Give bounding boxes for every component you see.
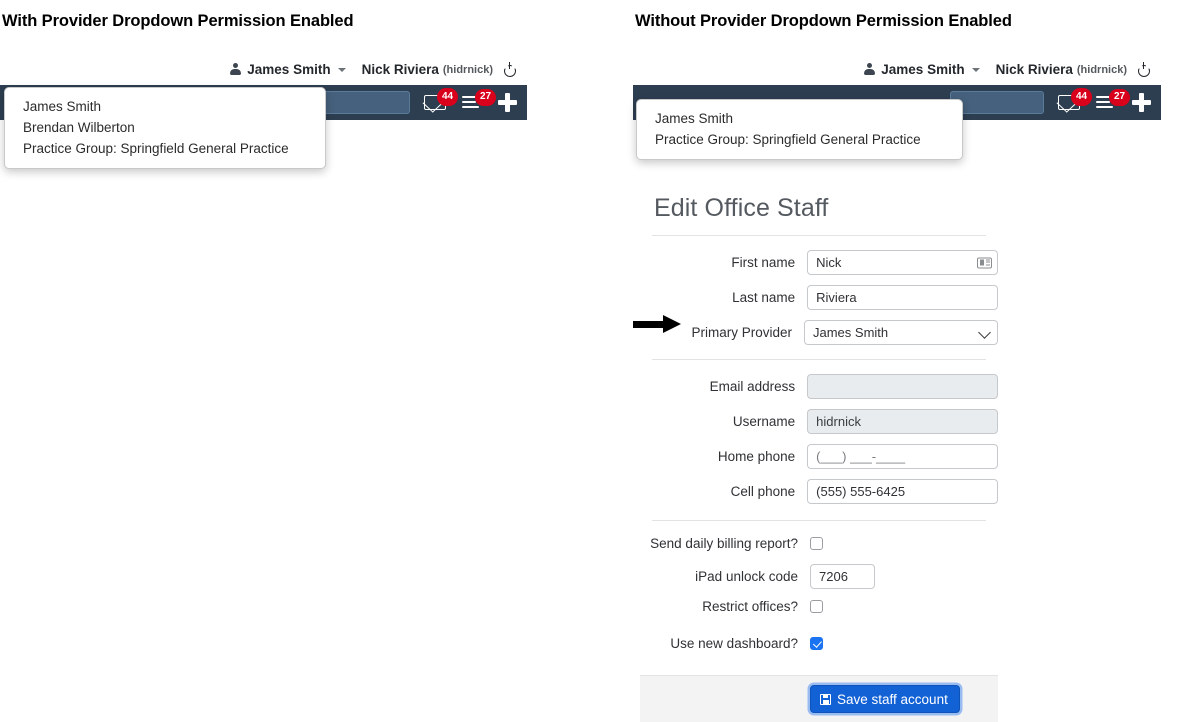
left-user-name: Nick Riviera [361, 62, 439, 77]
username-field[interactable]: hidrnick [807, 409, 998, 434]
left-panel-caption: With Provider Dropdown Permission Enable… [2, 12, 354, 30]
first-name-value: Nick [816, 255, 842, 270]
left-messages-badge: 44 [437, 88, 459, 106]
plus-icon[interactable] [498, 93, 517, 112]
chevron-down-icon [337, 67, 346, 72]
page-title: Edit Office Staff [654, 194, 829, 222]
username-value: hidrnick [816, 414, 861, 429]
dropdown-item-provider-2[interactable]: Brendan Wilberton [5, 117, 325, 138]
right-tasks-button[interactable]: 27 [1096, 88, 1131, 110]
form-row-home-phone: Home phone (___) ___-____ [640, 444, 998, 469]
left-nav-search-input[interactable] [316, 91, 410, 114]
floppy-disk-icon [820, 693, 831, 705]
first-name-input[interactable]: Nick [807, 250, 998, 275]
right-user-handle: (hidrnick) [1076, 63, 1127, 76]
plus-icon[interactable] [1132, 93, 1151, 112]
email-label: Email address [709, 379, 796, 394]
form-row-cell-phone: Cell phone (555) 555-6425 [640, 479, 998, 504]
left-tasks-badge: 27 [475, 88, 497, 106]
first-name-label: First name [731, 255, 796, 270]
save-staff-account-button[interactable]: Save staff account [810, 685, 960, 713]
cell-phone-input[interactable]: (555) 555-6425 [807, 479, 998, 504]
person-icon [230, 63, 242, 76]
right-nav-search-input[interactable] [950, 91, 1044, 114]
right-panel-caption: Without Provider Dropdown Permission Ena… [635, 12, 1012, 30]
ipad-code-label: iPad unlock code [695, 569, 798, 584]
email-field[interactable] [807, 374, 998, 399]
dropdown-item-practice-group[interactable]: Practice Group: Springfield General Prac… [5, 138, 325, 159]
restrict-offices-checkbox[interactable] [810, 600, 823, 613]
daily-billing-checkbox[interactable] [810, 537, 823, 550]
form-row-last-name: Last name Riviera [640, 285, 998, 310]
form-row-restrict-offices: Restrict offices? [640, 599, 998, 614]
form-row-email: Email address [640, 374, 998, 399]
arrow-head [663, 315, 681, 333]
right-user-name: Nick Riviera [995, 62, 1073, 77]
cell-phone-value: (555) 555-6425 [816, 484, 906, 499]
new-dashboard-checkbox[interactable] [810, 637, 823, 650]
form-row-new-dashboard: Use new dashboard? [640, 636, 998, 651]
staff-form: First name Nick Last name Riviera Primar… [640, 236, 998, 651]
primary-provider-select-wrap: James Smith [804, 320, 998, 345]
new-dashboard-label: Use new dashboard? [670, 636, 798, 651]
right-provider-selector[interactable]: James Smith [864, 62, 980, 77]
home-phone-placeholder: (___) ___-____ [816, 449, 906, 464]
last-name-label: Last name [732, 290, 796, 305]
last-name-input[interactable]: Riviera [807, 285, 998, 310]
daily-billing-label: Send daily billing report? [650, 536, 798, 551]
left-provider-label: James Smith [247, 62, 331, 77]
right-provider-dropdown-menu[interactable]: James Smith Practice Group: Springfield … [636, 99, 963, 160]
form-row-first-name: First name Nick [640, 250, 998, 275]
home-phone-label: Home phone [717, 449, 796, 464]
dropdown-item-provider-1[interactable]: James Smith [5, 96, 325, 117]
form-row-username: Username hidrnick [640, 409, 998, 434]
last-name-value: Riviera [816, 290, 857, 305]
username-label: Username [732, 414, 796, 429]
right-provider-label: James Smith [881, 62, 965, 77]
form-row-daily-billing: Send daily billing report? [640, 536, 998, 551]
primary-provider-pointer-arrow [633, 315, 683, 333]
right-messages-badge: 44 [1071, 88, 1093, 106]
primary-provider-value: James Smith [813, 325, 889, 340]
chevron-down-icon [971, 67, 980, 72]
ipad-code-input[interactable]: 7206 [810, 564, 875, 589]
card-footer: Save staff account [640, 675, 998, 722]
edit-office-staff-card: Edit Office Staff First name Nick Last n… [640, 186, 998, 722]
arrow-shaft [633, 320, 665, 328]
ipad-code-value: 7206 [819, 569, 848, 584]
person-icon [864, 63, 876, 76]
form-row-ipad-code: iPad unlock code 7206 [640, 564, 998, 589]
left-provider-dropdown-menu[interactable]: James Smith Brendan Wilberton Practice G… [4, 87, 326, 169]
left-tasks-button[interactable]: 27 [462, 88, 497, 110]
right-tasks-badge: 27 [1109, 88, 1131, 106]
restrict-offices-label: Restrict offices? [702, 599, 798, 614]
left-provider-selector[interactable]: James Smith [230, 62, 346, 77]
dropdown-item-practice-group[interactable]: Practice Group: Springfield General Prac… [637, 129, 962, 150]
power-icon[interactable] [503, 62, 517, 77]
save-button-label: Save staff account [837, 691, 948, 707]
cell-phone-label: Cell phone [730, 484, 796, 499]
right-topbar: James Smith Nick Riviera (hidrnick) [633, 54, 1161, 85]
primary-provider-select[interactable]: James Smith [804, 320, 998, 345]
left-messages-button[interactable]: 44 [424, 88, 459, 110]
address-card-icon[interactable] [977, 257, 992, 268]
right-messages-button[interactable]: 44 [1058, 88, 1093, 110]
left-topbar: James Smith Nick Riviera (hidrnick) [0, 54, 527, 85]
home-phone-input[interactable]: (___) ___-____ [807, 444, 998, 469]
dropdown-item-provider-1[interactable]: James Smith [637, 108, 962, 129]
left-user-handle: (hidrnick) [442, 63, 493, 76]
power-icon[interactable] [1137, 62, 1151, 77]
form-row-primary-provider: Primary Provider James Smith [640, 320, 998, 345]
